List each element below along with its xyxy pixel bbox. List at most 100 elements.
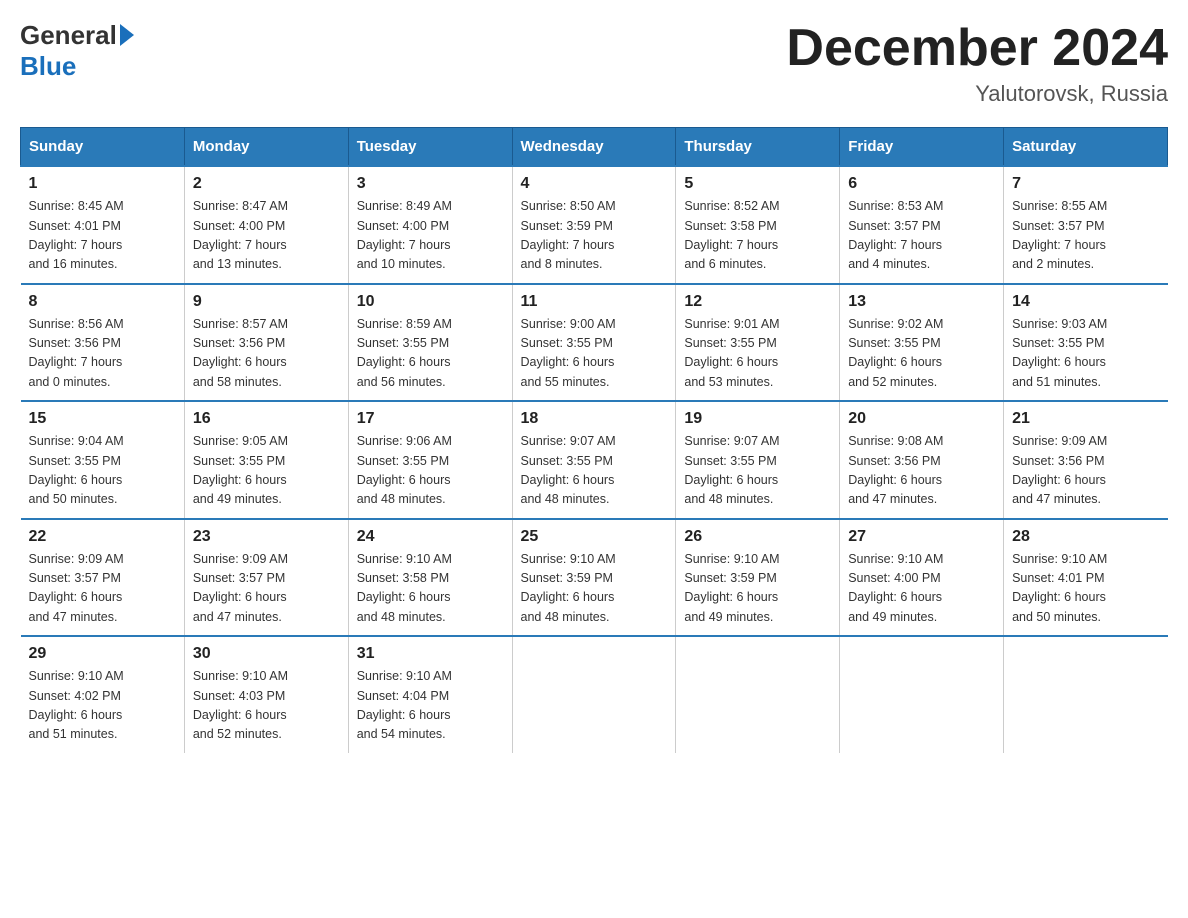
day-info: Sunrise: 8:52 AM Sunset: 3:58 PM Dayligh…	[684, 197, 831, 275]
day-info: Sunrise: 9:09 AM Sunset: 3:57 PM Dayligh…	[193, 550, 340, 628]
calendar-cell: 15 Sunrise: 9:04 AM Sunset: 3:55 PM Dayli…	[21, 401, 185, 519]
day-info: Sunrise: 9:10 AM Sunset: 3:59 PM Dayligh…	[684, 550, 831, 628]
calendar-cell: 11 Sunrise: 9:00 AM Sunset: 3:55 PM Dayli…	[512, 284, 676, 402]
calendar-cell: 14 Sunrise: 9:03 AM Sunset: 3:55 PM Dayli…	[1004, 284, 1168, 402]
calendar-cell: 9 Sunrise: 8:57 AM Sunset: 3:56 PM Daylig…	[184, 284, 348, 402]
day-number: 1	[29, 175, 176, 193]
column-header-friday: Friday	[840, 128, 1004, 167]
day-info: Sunrise: 8:49 AM Sunset: 4:00 PM Dayligh…	[357, 197, 504, 275]
calendar-cell: 30 Sunrise: 9:10 AM Sunset: 4:03 PM Dayli…	[184, 636, 348, 753]
calendar-cell: 31Sunrise: 9:10 AM Sunset: 4:04 PM Dayli…	[348, 636, 512, 753]
day-number: 3	[357, 175, 504, 193]
day-number: 11	[521, 293, 668, 311]
day-number: 22	[29, 528, 176, 546]
calendar-cell: 6Sunrise: 8:53 AM Sunset: 3:57 PM Daylig…	[840, 166, 1004, 284]
day-info: Sunrise: 9:02 AM Sunset: 3:55 PM Dayligh…	[848, 315, 995, 393]
day-number: 24	[357, 528, 504, 546]
calendar-cell: 7 Sunrise: 8:55 AM Sunset: 3:57 PM Daylig…	[1004, 166, 1168, 284]
calendar-cell: 2Sunrise: 8:47 AM Sunset: 4:00 PM Daylig…	[184, 166, 348, 284]
logo-general-text: General	[20, 20, 117, 51]
day-info: Sunrise: 9:10 AM Sunset: 3:59 PM Dayligh…	[521, 550, 668, 628]
calendar-cell: 27 Sunrise: 9:10 AM Sunset: 4:00 PM Dayli…	[840, 519, 1004, 637]
calendar-week-row: 22 Sunrise: 9:09 AM Sunset: 3:57 PM Dayli…	[21, 519, 1168, 637]
title-section: December 2024 Yalutorovsk, Russia	[786, 20, 1168, 107]
day-number: 29	[29, 645, 176, 663]
location-title: Yalutorovsk, Russia	[786, 81, 1168, 107]
day-number: 14	[1012, 293, 1159, 311]
day-number: 8	[29, 293, 176, 311]
column-header-sunday: Sunday	[21, 128, 185, 167]
day-info: Sunrise: 9:09 AM Sunset: 3:57 PM Dayligh…	[29, 550, 176, 628]
calendar-cell: 8 Sunrise: 8:56 AM Sunset: 3:56 PM Daylig…	[21, 284, 185, 402]
calendar-cell	[1004, 636, 1168, 753]
day-number: 21	[1012, 410, 1159, 428]
day-info: Sunrise: 9:03 AM Sunset: 3:55 PM Dayligh…	[1012, 315, 1159, 393]
day-number: 18	[521, 410, 668, 428]
calendar-header-row: SundayMondayTuesdayWednesdayThursdayFrid…	[21, 128, 1168, 167]
day-number: 15	[29, 410, 176, 428]
day-info: Sunrise: 9:07 AM Sunset: 3:55 PM Dayligh…	[684, 432, 831, 510]
day-number: 20	[848, 410, 995, 428]
column-header-wednesday: Wednesday	[512, 128, 676, 167]
calendar-cell	[512, 636, 676, 753]
day-info: Sunrise: 9:01 AM Sunset: 3:55 PM Dayligh…	[684, 315, 831, 393]
day-number: 7	[1012, 175, 1159, 193]
calendar-week-row: 29Sunrise: 9:10 AM Sunset: 4:02 PM Dayli…	[21, 636, 1168, 753]
day-number: 13	[848, 293, 995, 311]
calendar-cell: 24 Sunrise: 9:10 AM Sunset: 3:58 PM Dayli…	[348, 519, 512, 637]
day-number: 2	[193, 175, 340, 193]
calendar-cell: 17Sunrise: 9:06 AM Sunset: 3:55 PM Dayli…	[348, 401, 512, 519]
column-header-monday: Monday	[184, 128, 348, 167]
calendar-cell: 25 Sunrise: 9:10 AM Sunset: 3:59 PM Dayli…	[512, 519, 676, 637]
day-number: 26	[684, 528, 831, 546]
day-info: Sunrise: 8:57 AM Sunset: 3:56 PM Dayligh…	[193, 315, 340, 393]
day-info: Sunrise: 8:45 AM Sunset: 4:01 PM Dayligh…	[29, 197, 176, 275]
calendar-table: SundayMondayTuesdayWednesdayThursdayFrid…	[20, 127, 1168, 753]
day-number: 25	[521, 528, 668, 546]
calendar-cell: 16Sunrise: 9:05 AM Sunset: 3:55 PM Dayli…	[184, 401, 348, 519]
calendar-cell: 21Sunrise: 9:09 AM Sunset: 3:56 PM Dayli…	[1004, 401, 1168, 519]
day-info: Sunrise: 9:10 AM Sunset: 3:58 PM Dayligh…	[357, 550, 504, 628]
logo: General Blue	[20, 20, 134, 82]
calendar-cell: 13 Sunrise: 9:02 AM Sunset: 3:55 PM Dayli…	[840, 284, 1004, 402]
calendar-cell: 22 Sunrise: 9:09 AM Sunset: 3:57 PM Dayli…	[21, 519, 185, 637]
day-info: Sunrise: 8:59 AM Sunset: 3:55 PM Dayligh…	[357, 315, 504, 393]
day-number: 5	[684, 175, 831, 193]
day-number: 19	[684, 410, 831, 428]
day-info: Sunrise: 8:55 AM Sunset: 3:57 PM Dayligh…	[1012, 197, 1159, 275]
calendar-cell: 5 Sunrise: 8:52 AM Sunset: 3:58 PM Daylig…	[676, 166, 840, 284]
page-header: General Blue December 2024 Yalutorovsk, …	[20, 20, 1168, 107]
day-number: 27	[848, 528, 995, 546]
calendar-cell: 4Sunrise: 8:50 AM Sunset: 3:59 PM Daylig…	[512, 166, 676, 284]
calendar-cell: 28 Sunrise: 9:10 AM Sunset: 4:01 PM Dayli…	[1004, 519, 1168, 637]
day-number: 28	[1012, 528, 1159, 546]
logo-blue-text: Blue	[20, 51, 76, 81]
calendar-cell: 23 Sunrise: 9:09 AM Sunset: 3:57 PM Dayli…	[184, 519, 348, 637]
day-info: Sunrise: 9:10 AM Sunset: 4:03 PM Dayligh…	[193, 667, 340, 745]
logo-arrow-icon	[120, 24, 134, 46]
day-info: Sunrise: 9:04 AM Sunset: 3:55 PM Dayligh…	[29, 432, 176, 510]
calendar-cell: 12 Sunrise: 9:01 AM Sunset: 3:55 PM Dayli…	[676, 284, 840, 402]
calendar-week-row: 8 Sunrise: 8:56 AM Sunset: 3:56 PM Daylig…	[21, 284, 1168, 402]
day-info: Sunrise: 8:50 AM Sunset: 3:59 PM Dayligh…	[521, 197, 668, 275]
day-number: 23	[193, 528, 340, 546]
calendar-cell: 1 Sunrise: 8:45 AM Sunset: 4:01 PM Daylig…	[21, 166, 185, 284]
day-info: Sunrise: 8:56 AM Sunset: 3:56 PM Dayligh…	[29, 315, 176, 393]
calendar-cell: 10Sunrise: 8:59 AM Sunset: 3:55 PM Dayli…	[348, 284, 512, 402]
calendar-cell: 29Sunrise: 9:10 AM Sunset: 4:02 PM Dayli…	[21, 636, 185, 753]
calendar-cell: 19 Sunrise: 9:07 AM Sunset: 3:55 PM Dayli…	[676, 401, 840, 519]
day-number: 6	[848, 175, 995, 193]
column-header-thursday: Thursday	[676, 128, 840, 167]
day-info: Sunrise: 9:00 AM Sunset: 3:55 PM Dayligh…	[521, 315, 668, 393]
day-info: Sunrise: 9:07 AM Sunset: 3:55 PM Dayligh…	[521, 432, 668, 510]
day-number: 9	[193, 293, 340, 311]
day-number: 12	[684, 293, 831, 311]
calendar-cell	[676, 636, 840, 753]
day-info: Sunrise: 9:10 AM Sunset: 4:01 PM Dayligh…	[1012, 550, 1159, 628]
day-number: 16	[193, 410, 340, 428]
calendar-cell: 20Sunrise: 9:08 AM Sunset: 3:56 PM Dayli…	[840, 401, 1004, 519]
day-number: 30	[193, 645, 340, 663]
calendar-week-row: 15 Sunrise: 9:04 AM Sunset: 3:55 PM Dayli…	[21, 401, 1168, 519]
calendar-week-row: 1 Sunrise: 8:45 AM Sunset: 4:01 PM Daylig…	[21, 166, 1168, 284]
day-info: Sunrise: 9:10 AM Sunset: 4:00 PM Dayligh…	[848, 550, 995, 628]
